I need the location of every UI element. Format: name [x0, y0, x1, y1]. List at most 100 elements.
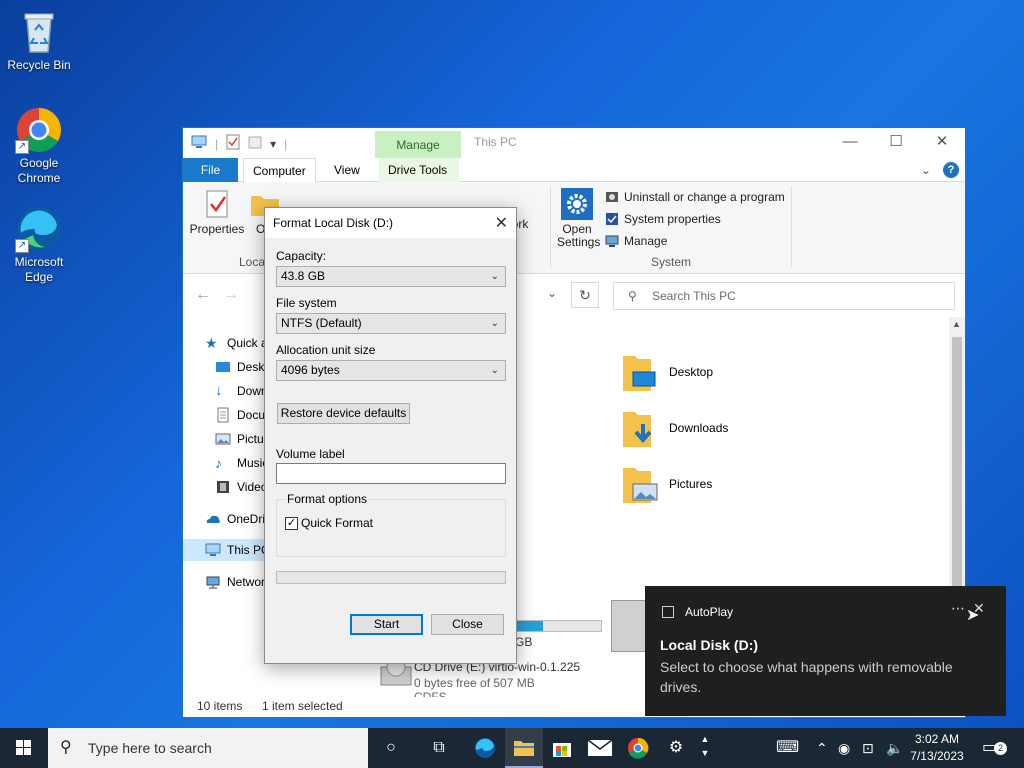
- start-button[interactable]: [0, 728, 48, 768]
- tab-manage[interactable]: Manage: [375, 131, 461, 158]
- notification-center-icon[interactable]: ▭ 2: [982, 728, 1010, 768]
- taskbar-settings-icon[interactable]: ⚙: [657, 728, 695, 768]
- network-tray-icon[interactable]: ⊡: [862, 728, 874, 768]
- toast-body: Select to choose what happens with remov…: [660, 659, 953, 695]
- nav-item-pictures[interactable]: Pictur: [215, 428, 268, 450]
- removable-drive-icon: [611, 600, 647, 652]
- tab-view[interactable]: View: [325, 158, 369, 182]
- clock-date: 7/13/2023: [910, 749, 964, 763]
- filesystem-select[interactable]: NTFS (Default) ⌄: [276, 313, 506, 334]
- properties-qat-icon[interactable]: [226, 134, 240, 153]
- nav-item-this-pc[interactable]: This PC: [183, 539, 271, 561]
- nav-item-network[interactable]: Networ: [205, 571, 265, 593]
- taskbar: ⚲ Type here to search ○ ⧉ ⚙ ▲ ▼ ⌨ ⌃ ◉ ⊡ 🔈…: [0, 728, 1024, 768]
- taskbar-mail-icon[interactable]: [581, 728, 619, 768]
- chevron-down-icon[interactable]: ⌄: [547, 286, 557, 300]
- notification-count-badge: 2: [994, 742, 1007, 755]
- quick-format-checkbox[interactable]: ✓ Quick Format: [285, 516, 373, 530]
- desktop-icon: [215, 359, 231, 375]
- format-options-group: Format options ✓ Quick Format: [276, 492, 506, 557]
- desktop-icon-label: Google Chrome: [17, 156, 61, 185]
- taskbar-scroll-arrows[interactable]: ▲ ▼: [696, 728, 714, 768]
- taskbar-clock[interactable]: 3:02 AM 7/13/2023: [906, 731, 968, 765]
- taskbar-store-icon[interactable]: [543, 728, 581, 768]
- task-view-icon[interactable]: ⧉: [420, 728, 458, 768]
- new-folder-qat-icon[interactable]: [248, 135, 262, 152]
- desktop-icon-edge[interactable]: ↗ Microsoft Edge: [1, 205, 77, 285]
- search-input[interactable]: ⚲ Search This PC: [613, 282, 955, 310]
- back-arrow-icon[interactable]: ←: [195, 286, 211, 304]
- nav-item-documents[interactable]: Docu: [215, 404, 265, 426]
- folder-pictures[interactable]: Pictures: [621, 464, 712, 504]
- picture-icon: [215, 431, 231, 447]
- autoplay-notification[interactable]: AutoPlay ⋯ ✕ Local Disk (D:) Select to c…: [645, 586, 1006, 716]
- shortcut-arrow-icon: ↗: [15, 140, 29, 154]
- clock-time: 3:02 AM: [914, 732, 960, 746]
- scrollbar-thumb[interactable]: [952, 337, 962, 597]
- nav-label: Video: [237, 480, 268, 494]
- chevron-down-icon[interactable]: ⌄: [921, 163, 931, 177]
- system-properties-icon: [605, 212, 619, 226]
- chevron-down-icon[interactable]: ▾: [270, 137, 276, 151]
- properties-button[interactable]: Properties: [189, 188, 245, 236]
- minimize-button[interactable]: —: [827, 128, 873, 158]
- recycle-bin-icon: [15, 8, 63, 56]
- tab-computer[interactable]: Computer: [243, 158, 316, 183]
- open-settings-button[interactable]: Open Settings: [557, 188, 600, 249]
- computer-icon[interactable]: [191, 135, 207, 152]
- nav-label: Docu: [237, 408, 266, 422]
- allocation-select[interactable]: 4096 bytes ⌄: [276, 360, 506, 381]
- nav-item-videos[interactable]: Video: [215, 476, 267, 498]
- desktop-icon-chrome[interactable]: ↗ Google Chrome: [1, 106, 77, 186]
- window-controls: — ☐ ✕: [827, 128, 965, 158]
- manage-button[interactable]: Manage: [605, 234, 667, 248]
- taskbar-search-placeholder: Type here to search: [88, 740, 212, 756]
- forward-arrow-icon[interactable]: →: [223, 286, 239, 304]
- folder-downloads[interactable]: Downloads: [621, 408, 728, 448]
- maximize-button[interactable]: ☐: [873, 128, 919, 158]
- title-bar: | ▾ | Manage This PC — ☐ ✕: [183, 128, 965, 158]
- nav-item-quick-access[interactable]: ★ Quick a: [205, 332, 268, 354]
- refresh-button[interactable]: ↻: [571, 282, 599, 308]
- nav-label: Quick a: [227, 336, 268, 350]
- restore-defaults-button[interactable]: Restore device defaults: [277, 403, 410, 424]
- separator: |: [284, 136, 288, 151]
- nav-item-music[interactable]: ♪ Music: [215, 452, 268, 474]
- meet-now-icon[interactable]: ◉: [838, 728, 850, 768]
- close-button[interactable]: ✕: [919, 128, 965, 158]
- dialog-close-icon[interactable]: ✕: [495, 213, 508, 233]
- chrome-icon: ↗: [15, 106, 63, 154]
- help-icon[interactable]: ?: [943, 162, 959, 178]
- taskbar-file-explorer-icon[interactable]: [505, 728, 543, 768]
- taskbar-edge-icon[interactable]: [466, 728, 504, 768]
- desktop-icon-recycle-bin[interactable]: Recycle Bin: [1, 8, 77, 73]
- close-dialog-button[interactable]: Close: [431, 614, 504, 635]
- more-options-icon[interactable]: ⋯: [951, 600, 965, 617]
- edge-icon: ↗: [15, 205, 63, 253]
- volume-label-input[interactable]: [276, 463, 506, 484]
- folder-downloads-icon: [621, 408, 659, 448]
- show-hidden-icons-chevron[interactable]: ⌃: [816, 728, 828, 768]
- nav-item-downloads[interactable]: ↓ Down: [215, 380, 268, 402]
- uninstall-program-button[interactable]: Uninstall or change a program: [605, 190, 785, 204]
- cortana-icon[interactable]: ○: [372, 728, 410, 768]
- tab-drive-tools[interactable]: Drive Tools: [379, 158, 459, 182]
- capacity-select[interactable]: 43.8 GB ⌄: [276, 266, 506, 287]
- system-properties-button[interactable]: System properties: [605, 212, 721, 226]
- uninstall-icon: [605, 190, 619, 204]
- uninstall-label: Uninstall or change a program: [624, 190, 785, 204]
- taskbar-search-input[interactable]: ⚲ Type here to search: [48, 728, 368, 768]
- nav-item-onedrive[interactable]: OneDri: [205, 508, 265, 530]
- folder-desktop[interactable]: Desktop: [621, 352, 713, 392]
- input-indicator-icon[interactable]: ⌨: [776, 728, 799, 768]
- scroll-up-icon[interactable]: ▲: [952, 319, 961, 329]
- filesystem-label: File system: [276, 296, 337, 310]
- navigation-pane: ★ Quick a Deskt ↓ Down Docu Pictur ♪ Mus…: [183, 317, 271, 697]
- taskbar-chrome-icon[interactable]: [619, 728, 657, 768]
- start-button[interactable]: Start: [350, 614, 423, 635]
- capacity-label: Capacity:: [276, 249, 327, 263]
- nav-item-desktop[interactable]: Deskt: [215, 356, 268, 378]
- volume-muted-icon[interactable]: 🔈: [886, 728, 903, 768]
- music-icon: ♪: [215, 455, 222, 471]
- tab-file[interactable]: File: [183, 158, 238, 182]
